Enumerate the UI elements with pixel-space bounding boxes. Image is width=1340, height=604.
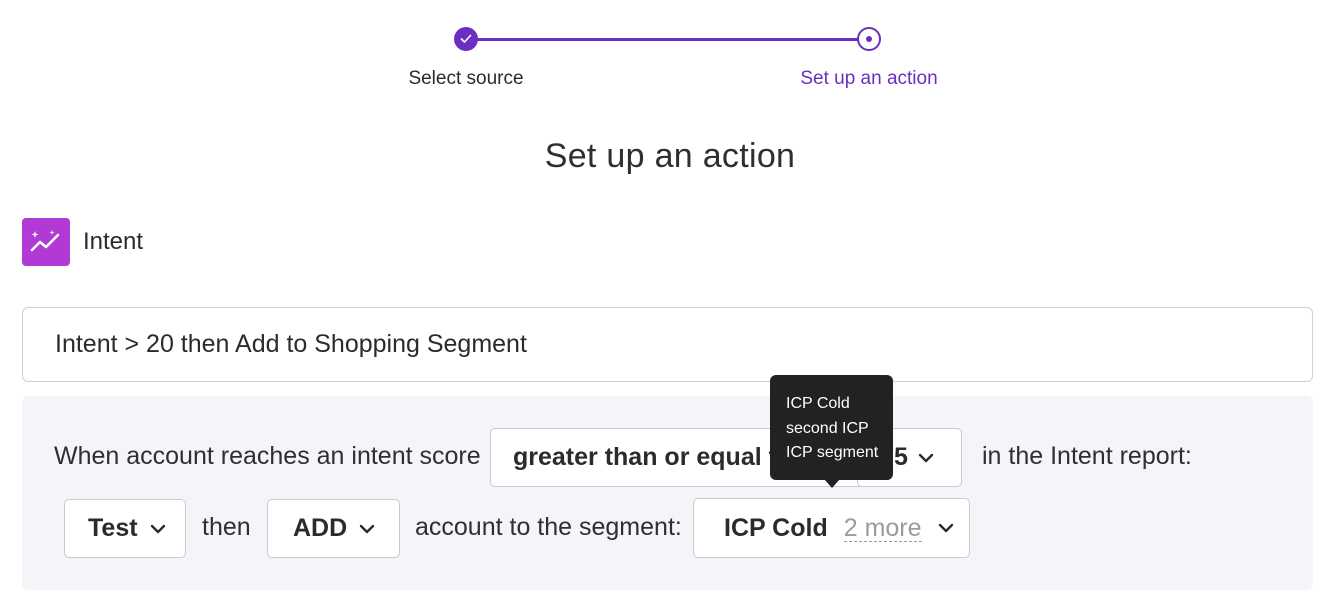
tooltip-item: second ICP — [786, 419, 869, 437]
chevron-down-icon — [150, 524, 166, 534]
step-setup-action-dot-icon — [857, 27, 881, 51]
operator-select-value: greater than or equal to — [513, 443, 793, 471]
chevron-down-icon — [918, 453, 934, 463]
segment-more-link[interactable]: 2 more — [843, 515, 922, 542]
action-select[interactable]: ADD — [267, 499, 400, 558]
source-label: Intent — [83, 228, 144, 255]
page-title: Set up an action — [544, 137, 796, 175]
rule-prefix-text: When account reaches an intent score — [54, 442, 481, 470]
rule-panel — [22, 396, 1313, 590]
score-select-value: 5 — [894, 443, 908, 471]
source-header: Intent — [22, 218, 143, 266]
segment-select-value: ICP Cold — [724, 513, 828, 542]
action-name-input[interactable]: Intent > 20 then Add to Shopping Segment — [22, 307, 1313, 382]
chevron-down-icon — [938, 523, 954, 533]
step-label-setup-action: Set up an action — [800, 68, 938, 89]
tooltip-item: ICP segment — [786, 444, 879, 461]
tooltip-item: ICP Cold — [786, 395, 850, 412]
stepper: Select source Set up an action — [0, 0, 1340, 100]
step-label-select-source[interactable]: Select source — [408, 68, 523, 90]
tooltip-arrow — [824, 479, 840, 488]
step-select-source-check-icon[interactable] — [454, 27, 478, 51]
chevron-down-icon — [359, 524, 375, 534]
segment-text: account to the segment: — [415, 513, 682, 541]
sparkle-trend-icon — [22, 218, 70, 266]
stepper-line — [466, 38, 869, 41]
rule-suffix-text: in the Intent report: — [982, 442, 1192, 470]
list-select[interactable]: Test — [64, 499, 186, 558]
then-text: then — [202, 513, 251, 541]
segment-select[interactable]: ICP Cold 2 more — [693, 498, 970, 558]
segment-tooltip: ICP Cold second ICP ICP segment — [770, 375, 893, 488]
list-select-value: Test — [88, 514, 138, 542]
action-select-value: ADD — [293, 514, 348, 542]
